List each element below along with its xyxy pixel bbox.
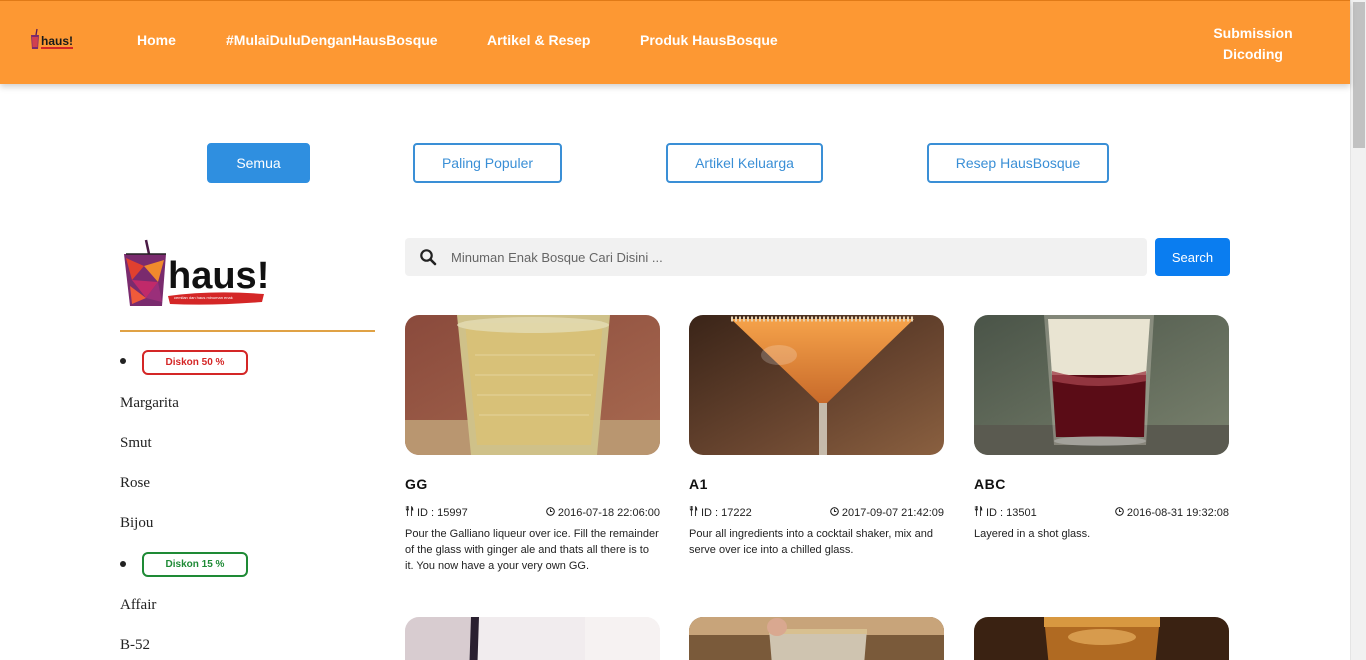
sidebar-item-affair[interactable]: Affair	[120, 597, 156, 614]
drink-desc-abc: Layered in a shot glass.	[974, 528, 1091, 540]
scrollbar-thumb[interactable]	[1353, 2, 1365, 148]
drink-id: ID : 17222	[689, 506, 752, 519]
nav-products-link[interactable]: Produk HausBosque	[640, 32, 778, 48]
drink-meta-a1: ID : 17222 2017-09-07 21:42:09	[689, 506, 944, 519]
filter-semua-button[interactable]: Semua	[207, 143, 310, 183]
list-bullet	[120, 561, 126, 567]
nav-hashtag-link[interactable]: #MulaiDuluDenganHausBosque	[226, 32, 438, 48]
drink-image-row2-3[interactable]	[974, 617, 1229, 660]
utensils-icon	[689, 506, 698, 519]
sidebar-logo: haus! cemilan dan haus minuman enak	[122, 236, 270, 310]
drink-date: 2016-07-18 22:06:00	[546, 507, 660, 519]
search-input[interactable]	[451, 238, 1131, 276]
drink-id: ID : 15997	[405, 506, 468, 519]
drink-image-gg[interactable]	[405, 315, 660, 455]
nav-submission-link[interactable]: Submission Dicoding	[1200, 23, 1306, 65]
drink-meta-abc: ID : 13501 2016-08-31 19:32:08	[974, 506, 1229, 519]
clock-icon	[830, 506, 839, 519]
drink-image-abc[interactable]	[974, 315, 1229, 455]
sidebar-divider	[120, 330, 375, 332]
sidebar-item-margarita[interactable]: Margarita	[120, 395, 179, 412]
clock-icon	[546, 506, 555, 519]
drink-id: ID : 13501	[974, 506, 1037, 519]
drink-image-a1[interactable]	[689, 315, 944, 455]
svg-text:cemilan dan haus minuman enak: cemilan dan haus minuman enak	[174, 295, 233, 300]
utensils-icon	[405, 506, 414, 519]
utensils-icon	[974, 506, 983, 519]
drink-desc-gg: Pour the Galliano liqueur over ice. Fill…	[405, 528, 659, 572]
drink-title-gg[interactable]: GG	[405, 476, 428, 492]
vertical-scrollbar[interactable]	[1350, 0, 1366, 660]
drink-meta-gg: ID : 15997 2016-07-18 22:06:00	[405, 506, 660, 519]
sidebar-item-rose[interactable]: Rose	[120, 475, 150, 492]
submission-line1: Submission	[1213, 25, 1293, 41]
sidebar-item-b52[interactable]: B-52	[120, 637, 150, 654]
nav-home-link[interactable]: Home	[137, 32, 176, 48]
drink-date: 2017-09-07 21:42:09	[830, 507, 944, 519]
search-button[interactable]: Search	[1155, 238, 1230, 276]
clock-icon	[1115, 506, 1124, 519]
drink-title-abc[interactable]: ABC	[974, 476, 1006, 492]
svg-text:haus!: haus!	[41, 34, 73, 48]
filter-populer-button[interactable]: Paling Populer	[413, 143, 562, 183]
drink-desc-a1: Pour all ingredients into a cocktail sha…	[689, 528, 933, 556]
nav-articles-link[interactable]: Artikel & Resep	[487, 32, 590, 48]
top-navbar: haus! Home #MulaiDuluDenganHausBosque Ar…	[0, 0, 1350, 84]
filter-keluarga-button[interactable]: Artikel Keluarga	[666, 143, 823, 183]
drink-date: 2016-08-31 19:32:08	[1115, 507, 1229, 519]
search-icon	[419, 248, 437, 266]
svg-text:haus!: haus!	[168, 255, 269, 297]
brand-logo[interactable]: haus!	[28, 27, 78, 53]
filter-resep-button[interactable]: Resep HausBosque	[927, 143, 1109, 183]
submission-line2: Dicoding	[1223, 46, 1283, 62]
drink-image-row2-2[interactable]	[689, 617, 944, 660]
discount-50-badge: Diskon 50 %	[142, 350, 248, 375]
drink-image-row2-1[interactable]	[405, 617, 660, 660]
drink-title-a1[interactable]: A1	[689, 476, 708, 492]
list-bullet	[120, 358, 126, 364]
sidebar-item-smut[interactable]: Smut	[120, 435, 152, 452]
sidebar-item-bijou[interactable]: Bijou	[120, 515, 153, 532]
discount-15-badge: Diskon 15 %	[142, 552, 248, 577]
search-bar	[405, 238, 1147, 276]
